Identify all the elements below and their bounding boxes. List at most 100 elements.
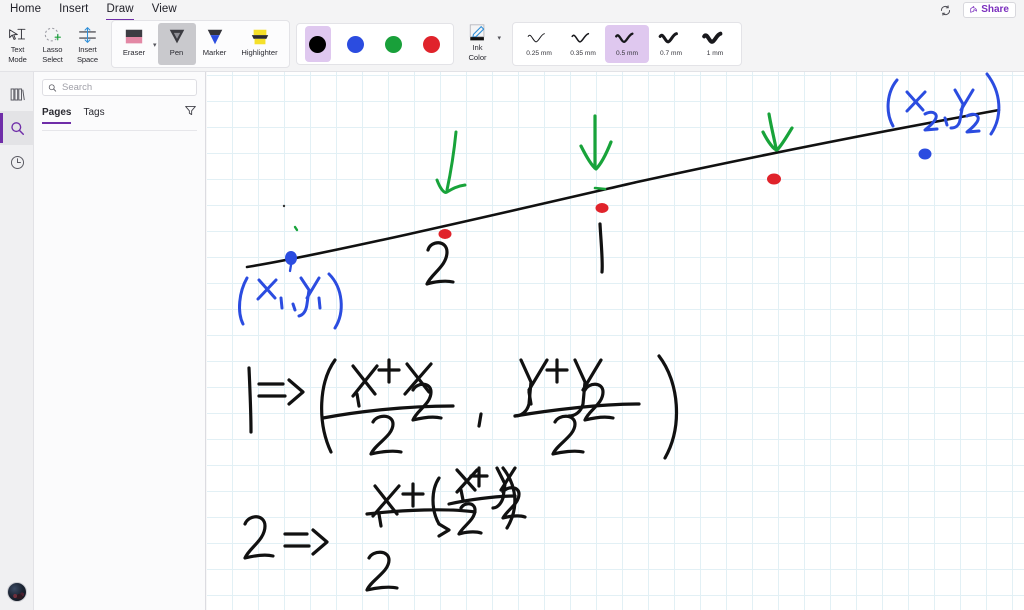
ink-color-label-1: Ink [472,43,483,52]
color-swatch-black[interactable] [304,26,331,62]
text-mode-tool[interactable]: Text Mode [1,22,34,70]
search-box[interactable] [42,79,197,96]
midpoint-dot-3 [595,203,609,213]
marker-label: Marker [202,48,227,57]
color-swatch-red[interactable] [419,26,445,62]
user-avatar[interactable] [7,582,27,602]
ink-color-chevron-down-icon[interactable]: ▾ [498,34,502,42]
segment-line [245,108,1001,269]
green-arrow-right [761,112,794,152]
stroke-width-group: 0.25 mm 0.35 mm 0.5 mm 0.7 mm 1 mm [512,22,743,66]
mode-tool-group: Text Mode Lasso Select Insert Space [0,20,105,72]
filter-funnel-icon[interactable] [184,104,197,125]
formula-2 [243,466,527,592]
text-mode-label-2: Mode [8,54,27,64]
highlighter-label: Highlighter [241,48,278,57]
ribbon-toolbar: Text Mode Lasso Select Insert Space Eras… [0,20,1024,72]
ink-color-tool[interactable]: Ink Color [458,20,498,68]
endpoint-1-dot [285,251,297,265]
stray-green-mark [293,225,299,232]
stroke-width-05[interactable]: 0.5 mm [605,25,650,63]
side-panel: Pages Tags [34,72,206,610]
stroke-sample-icon [702,31,723,44]
stroke-sample-icon [571,32,590,43]
menu-bar: Home Insert Draw View Share [0,0,1024,21]
ink-color-pencil-icon [467,22,489,43]
insert-space-icon [77,25,98,45]
endpoint-1-tail [288,263,293,273]
stroke-sample-icon [658,32,678,44]
stroke-width-1-label: 1 mm [706,50,724,57]
stroke-width-07-label: 0.7 mm [660,50,683,57]
note-canvas[interactable] [207,72,1024,610]
share-icon [970,6,978,13]
pen-icon [165,26,189,47]
eraser-tool[interactable]: Eraser [115,23,153,65]
menu-home[interactable]: Home [10,2,41,18]
sync-icon[interactable] [937,2,953,18]
pen-tool[interactable]: Pen [157,23,196,65]
pen-tool-group: Eraser ▾ Pen Marker Highlighter [111,20,290,68]
lasso-select-tool[interactable]: Lasso Select [36,22,69,70]
green-arrow-left [435,130,467,194]
highlighter-tool[interactable]: Highlighter [234,23,286,65]
share-button[interactable]: Share [963,2,1016,18]
color-swatch-blue[interactable] [343,26,369,62]
stroke-width-035[interactable]: 0.35 mm [561,25,605,63]
left-rail [0,72,34,610]
share-label: Share [981,4,1009,15]
stroke-width-035-label: 0.35 mm [570,50,596,57]
rail-item-library[interactable] [0,77,34,111]
search-icon [10,121,24,135]
stroke-sample-icon [615,32,634,43]
menu-insert[interactable]: Insert [59,2,88,18]
rail-item-search[interactable] [0,111,34,145]
midpoint-label-2 [425,241,455,286]
stroke-width-07[interactable]: 0.7 mm [649,25,693,63]
eraser-label: Eraser [122,48,146,57]
endpoint-1-label [238,272,343,330]
stroke-width-1[interactable]: 1 mm [693,25,737,63]
app-window: Home Insert Draw View Share Text Mode La… [0,0,1024,610]
eraser-chevron-down-icon[interactable]: ▾ [153,41,157,49]
insert-space-label-1: Insert [78,45,97,54]
marker-icon [203,26,227,47]
menu-bar-actions: Share [937,0,1016,20]
pen-label: Pen [169,48,184,57]
menu-draw[interactable]: Draw [106,2,134,21]
green-arrow-middle [579,114,613,191]
marker-tool[interactable]: Marker [196,23,234,65]
stroke-width-025-label: 0.25 mm [526,50,552,57]
lasso-select-label-2: Select [42,54,63,64]
highlighter-icon [248,26,272,47]
insert-space-label-2: Space [76,54,99,64]
stray-dot [282,204,286,208]
stroke-sample-icon [527,33,545,43]
stroke-width-025[interactable]: 0.25 mm [517,25,561,63]
search-input[interactable] [62,82,191,93]
history-clock-icon [10,155,24,169]
ink-color-label-2: Color [468,52,487,62]
stroke-width-05-label: 0.5 mm [616,50,639,57]
text-cursor-icon [7,25,28,45]
handwriting-ink-layer [238,72,1001,592]
panel-tabs: Pages Tags [42,104,197,131]
midpoint-label-1 [598,222,604,274]
lasso-select-icon [42,25,63,45]
insert-space-tool[interactable]: Insert Space [71,22,104,70]
text-mode-label-1: Text [10,45,25,54]
menu-view[interactable]: View [152,2,177,18]
lasso-select-label-1: Lasso [42,45,63,54]
midpoint-dot-2 [438,229,452,239]
eraser-icon [122,26,146,47]
rail-item-history[interactable] [0,145,34,179]
search-icon [48,83,57,92]
color-swatch-green[interactable] [381,26,407,62]
tab-tags[interactable]: Tags [83,107,104,123]
endpoint-2-label [886,72,1001,136]
library-icon [10,87,25,101]
midpoint-dot-1 [767,173,781,185]
tab-pages[interactable]: Pages [42,107,72,124]
endpoint-2-dot [918,148,932,160]
color-swatch-group [295,23,454,65]
